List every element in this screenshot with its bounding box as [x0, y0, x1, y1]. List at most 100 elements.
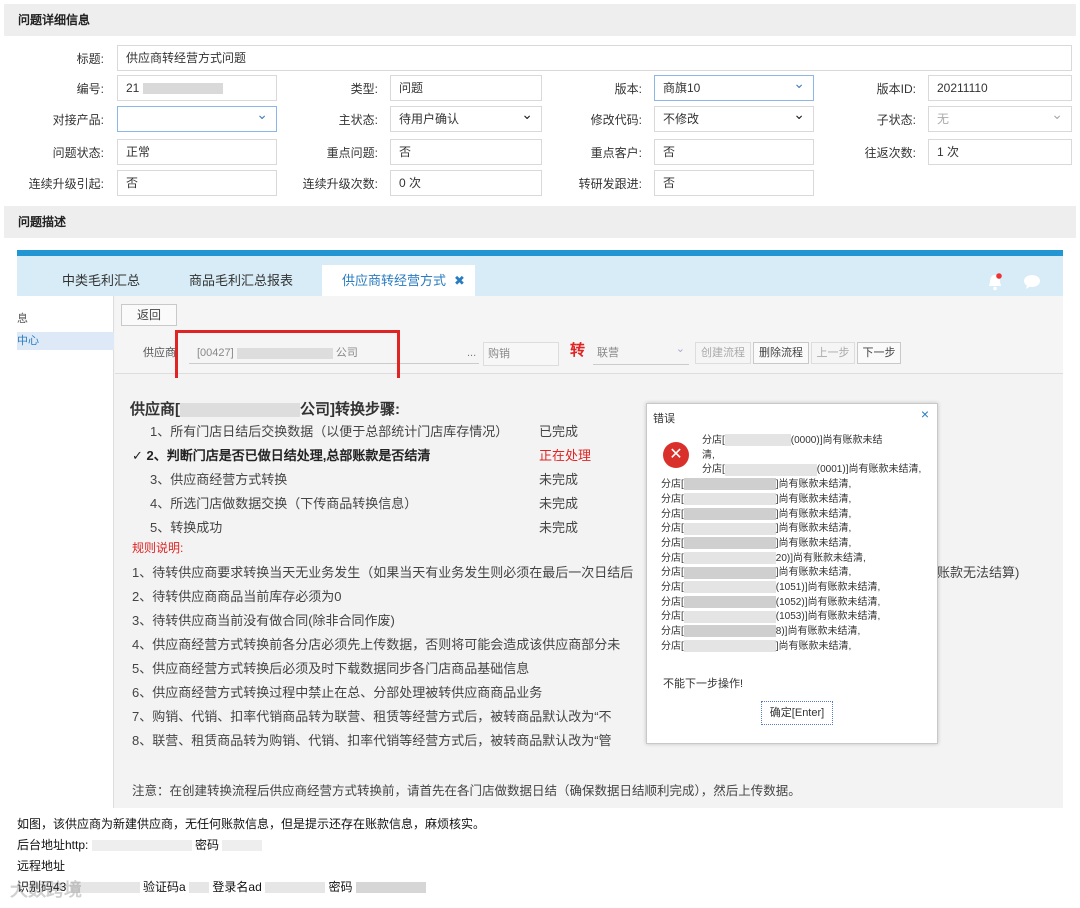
dialog-line-prefix: 分店[ — [661, 479, 684, 491]
create-flow-button[interactable]: 创建流程 — [695, 342, 751, 364]
rules-title: 规则说明: — [132, 541, 184, 555]
step-4: 4、所选门店做数据交换（下传商品转换信息） — [150, 496, 418, 511]
redacted-mask — [683, 596, 776, 609]
menu-item-center[interactable]: 中心 — [17, 332, 114, 350]
dialog-line: 分店[(0000)]尚有账款未结 — [702, 434, 882, 449]
dialog-line-tail: (1051)]尚有账款未结清, — [775, 582, 881, 593]
backend-address-line: 后台地址http: 密码 — [17, 836, 263, 853]
watermark: 大数跨境 — [10, 880, 82, 900]
dialog-line-tail: 8)]尚有账款未结清, — [775, 626, 861, 638]
tab-supplier-convert[interactable]: 供应商转经营方式 ✖ — [322, 265, 475, 296]
backend-password-label: 密码 — [195, 838, 220, 852]
escalation-count-field[interactable]: 0 次 — [390, 170, 542, 196]
target-mode-select[interactable]: 联营 ⌄ — [593, 342, 689, 365]
type-label: 类型: — [350, 82, 378, 96]
redacted-mask — [683, 610, 776, 623]
key-customer-field[interactable]: 否 — [654, 139, 814, 165]
steps-title-suffix: 公司]转换步骤: — [300, 401, 400, 418]
product-label: 对接产品: — [52, 113, 104, 127]
tab-product-margin[interactable]: 商品毛利汇总报表 — [189, 265, 293, 296]
dialog-line-prefix: 分店[ — [661, 596, 684, 608]
back-button[interactable]: 返回 — [121, 304, 177, 326]
sub-status-select[interactable]: 无 — [928, 106, 1072, 132]
redacted-mask — [91, 840, 192, 852]
step-2: ✓ 2、判断门店是否已做日结处理,总部账款是否结清 — [132, 448, 431, 463]
key-issue-label: 重点问题: — [326, 146, 378, 160]
dialog-line-tail: ]尚有账款未结清, — [775, 523, 852, 535]
embedded-screenshot: 中类毛利汇总 商品毛利汇总报表 供应商转经营方式 ✖ 息 中心 返回 供应商 [0… — [17, 250, 1063, 808]
escalation-count-label: 连续升级次数: — [302, 177, 378, 191]
dialog-line-tail: (0001)]尚有账款未结清, — [816, 464, 922, 476]
remote-address-line: 远程地址 — [17, 859, 66, 873]
rd-follow-field[interactable]: 否 — [654, 170, 814, 196]
dialog-line-tail: 20)]尚有账款未结清, — [775, 552, 866, 564]
rule-8: 8、联营、租赁商品转为购销、代销、扣率代销等经营方式后，被转商品默认改为“管 — [132, 733, 612, 748]
redacted-mask — [724, 463, 817, 476]
redacted-mask — [265, 882, 326, 894]
step-2-status: 正在处理 — [539, 448, 592, 463]
dialog-close-icon[interactable]: × — [921, 406, 929, 422]
redacted-mask — [683, 522, 776, 535]
dialog-line: 分店[(1053)]尚有账款未结清, — [661, 610, 880, 625]
menu-item-info[interactable]: 息 — [17, 310, 28, 326]
issue-status-label: 问题状态: — [52, 146, 104, 160]
title-field[interactable]: 供应商转经营方式问题 — [117, 45, 1072, 71]
rd-follow-label: 转研发跟进: — [578, 177, 642, 191]
redacted-mask — [683, 493, 776, 506]
prev-step-button[interactable]: 上一步 — [811, 342, 855, 364]
highlight-box — [175, 330, 400, 382]
tab-category-margin[interactable]: 中类毛利汇总 — [62, 265, 140, 296]
dialog-line: 分店[]尚有账款未结清, — [661, 640, 851, 655]
main-status-select[interactable]: 待用户确认 — [390, 106, 542, 132]
description-line: 如图，该供应商为新建供应商，无任何账款信息，但是提示还存在账款信息，麻烦核实。 — [17, 817, 486, 831]
redacted-mask — [683, 507, 776, 520]
title-label: 标题: — [76, 52, 104, 66]
key-issue-field[interactable]: 否 — [390, 139, 542, 165]
redacted-mask — [683, 537, 776, 550]
sub-status-label: 子状态: — [876, 113, 916, 127]
number-field[interactable]: 21 — [117, 75, 277, 101]
dialog-line-prefix: 分店[ — [661, 508, 684, 520]
dialog-line-tail: ]尚有账款未结清, — [775, 479, 852, 491]
dialog-line-prefix: 分店[ — [661, 640, 684, 652]
purchase-mode-field[interactable]: 购销 — [483, 342, 559, 366]
modify-code-select[interactable]: 不修改 — [654, 106, 814, 132]
dialog-line: 分店[]尚有账款未结清, — [661, 493, 851, 508]
dialog-line-tail: ]尚有账款未结清, — [775, 493, 852, 505]
key-customer-label: 重点客户: — [590, 146, 642, 160]
supplier-lookup-button[interactable]: ... — [467, 342, 476, 364]
dialog-footer: 不能下一步操作! — [663, 678, 744, 690]
steps-title: 供应商[公司]转换步骤: — [130, 398, 400, 419]
rule-6: 6、供应商经营方式转换过程中禁止在总、分部处理被转供应商商品业务 — [132, 685, 543, 700]
dialog-line-tail: (1052)]尚有账款未结清, — [775, 596, 881, 608]
detail-section-header: 问题详细信息 — [4, 4, 1076, 36]
delete-flow-button[interactable]: 删除流程 — [753, 342, 809, 364]
number-value: 21 — [126, 81, 140, 95]
escalation-field[interactable]: 否 — [117, 170, 277, 196]
version-select[interactable]: 商旗10 — [654, 75, 814, 101]
redacted-mask — [222, 840, 263, 852]
issue-status-field[interactable]: 正常 — [117, 139, 277, 165]
tab-supplier-convert-label: 供应商转经营方式 — [342, 273, 447, 288]
chat-icon[interactable] — [1023, 274, 1041, 290]
step-3-status: 未完成 — [539, 472, 579, 487]
conversion-note: 注意：在创建转换流程后供应商经营方式转换前，请首先在各门店做数据日结（确保数据日… — [132, 784, 801, 798]
type-field[interactable]: 问题 — [390, 75, 542, 101]
redacted-mask — [355, 882, 426, 894]
tab-close-icon[interactable]: ✖ — [454, 273, 465, 288]
redacted-mask — [142, 83, 223, 95]
dialog-line: 分店[ (1052)]尚有账款未结清, — [661, 596, 880, 611]
round-trips-label: 往返次数: — [864, 146, 916, 160]
version-id-field[interactable]: 20211110 — [928, 75, 1072, 101]
dialog-line-prefix: 分店[ — [661, 552, 684, 564]
remote-password-label: 密码 — [328, 880, 353, 894]
redacted-mask — [683, 551, 776, 564]
bell-icon[interactable] — [986, 273, 1004, 291]
ok-button[interactable]: 确定[Enter] — [761, 701, 833, 725]
step-3: 3、供应商经营方式转换 — [150, 472, 288, 487]
redacted-mask — [683, 566, 776, 579]
next-step-button[interactable]: 下一步 — [857, 342, 901, 364]
dialog-line-prefix: 清, — [702, 449, 715, 461]
round-trips-field[interactable]: 1 次 — [928, 139, 1072, 165]
product-select[interactable] — [117, 106, 277, 132]
